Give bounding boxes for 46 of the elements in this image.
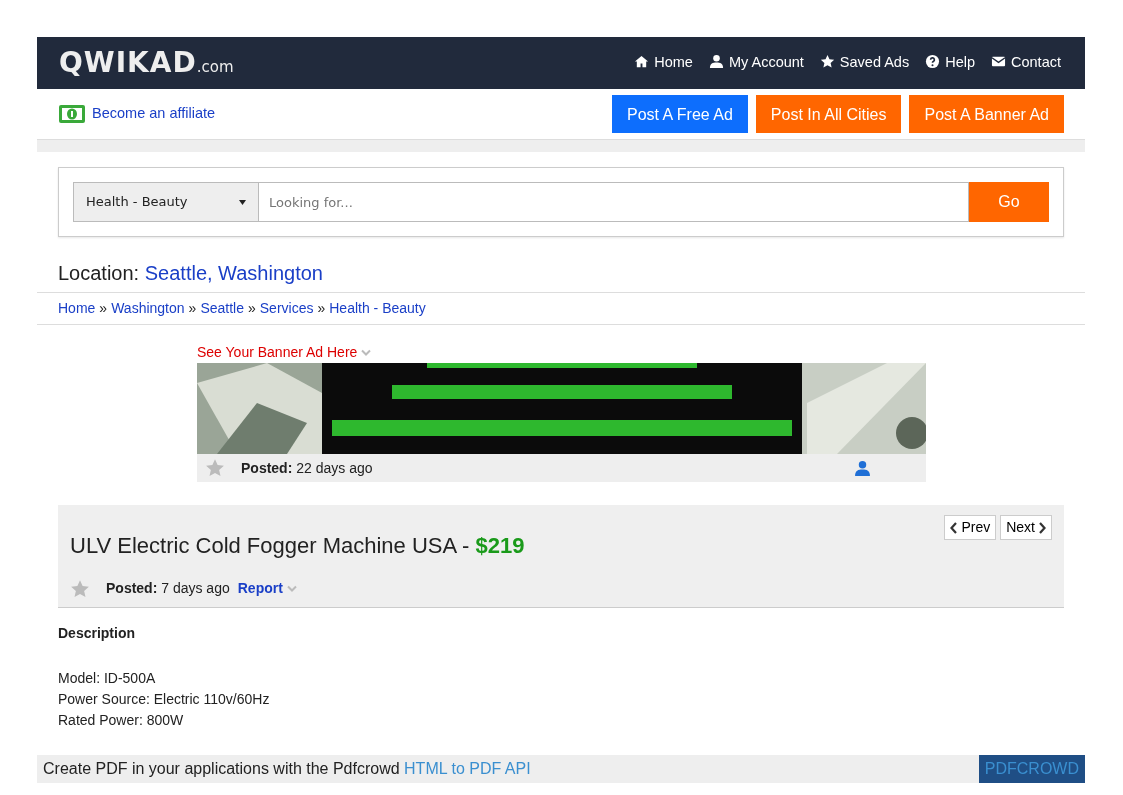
banner-ad-link[interactable]: See Your Banner Ad Here <box>197 342 372 363</box>
home-icon <box>634 54 650 70</box>
category-select[interactable]: Health - Beauty <box>73 182 259 222</box>
star-icon <box>205 458 225 478</box>
user-icon <box>708 54 724 70</box>
next-button[interactable]: Next <box>1000 515 1052 540</box>
description-line: Rated Power: 800W <box>58 711 185 730</box>
breadcrumb-link[interactable]: Services <box>259 300 314 316</box>
breadcrumb-link[interactable]: Seattle <box>200 300 244 316</box>
location-label: Location: <box>58 262 141 284</box>
star-icon <box>70 578 90 599</box>
site-logo[interactable]: QWIKAD.com <box>59 42 234 84</box>
report-link[interactable]: Report <box>237 578 297 599</box>
description-line: Model: ID-500A <box>58 669 157 688</box>
description-line: Power Source: Electric 110v/60Hz <box>58 690 271 709</box>
pdf-promo-text: Create PDF in your applications with the Pdfcrowd HTML to PDF API <box>43 759 531 779</box>
chevron-down-icon <box>286 584 297 593</box>
breadcrumb-separator: » <box>317 300 326 316</box>
breadcrumb-separator: » <box>247 300 256 316</box>
money-icon <box>59 105 85 123</box>
chevron-right-icon <box>1038 522 1046 535</box>
star-icon <box>819 54 835 70</box>
help-icon <box>925 54 941 70</box>
nav-link[interactable]: Contact <box>991 52 1061 74</box>
location-link[interactable]: Seattle, Washington <box>144 262 323 284</box>
description-heading: Description <box>58 624 136 643</box>
breadcrumb-link[interactable]: Home <box>58 300 96 316</box>
affiliate-link[interactable]: Become an affiliate <box>59 103 216 125</box>
breadcrumb-separator: » <box>188 300 197 316</box>
chevron-down-icon <box>361 348 372 357</box>
chevron-left-icon <box>950 522 959 535</box>
breadcrumb-link[interactable]: Washington <box>111 300 185 316</box>
search-field[interactable]: Looking for... <box>259 182 969 222</box>
nav-link[interactable]: Home <box>634 52 693 74</box>
nav-link[interactable]: My Account <box>708 52 804 74</box>
prev-button[interactable]: Prev <box>944 515 997 540</box>
nav-link[interactable]: Saved Ads <box>819 52 910 74</box>
ad-title: ULV Electric Cold Fogger Machine USA - $219 <box>70 532 525 560</box>
post-button[interactable]: Post A Free Ad <box>612 95 748 133</box>
caret-icon <box>239 199 246 205</box>
breadcrumb-link[interactable]: Health - Beauty <box>329 300 426 316</box>
posted-date: Posted: 22 days ago <box>241 458 373 478</box>
breadcrumb-separator: » <box>99 300 108 316</box>
posted-date: Posted: 7 days ago <box>106 579 230 598</box>
user-icon <box>854 459 871 477</box>
nav-link[interactable]: Help <box>925 52 975 74</box>
